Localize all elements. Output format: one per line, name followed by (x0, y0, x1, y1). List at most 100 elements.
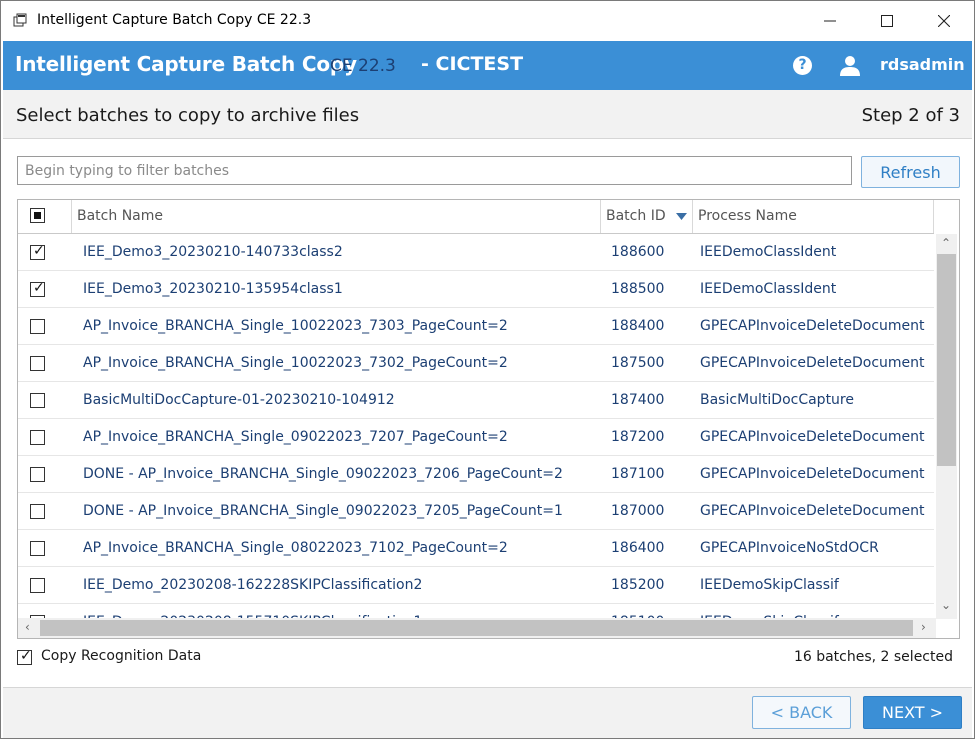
table-row[interactable]: ✓ IEE_Demo3_20230210-135954class1 188500 IE… (18, 271, 934, 308)
vertical-scrollbar[interactable]: ⌃ ⌄ (936, 234, 957, 619)
wizard-footer: < BACK NEXT > (3, 687, 972, 738)
column-header-process-name[interactable]: Process Name (693, 200, 934, 233)
next-button[interactable]: NEXT > (863, 696, 962, 729)
row-checkbox[interactable]: ✓ (30, 243, 45, 260)
batch-name-cell: AP_Invoice_BRANCHA_Single_09022023_7207_… (83, 429, 508, 445)
scroll-up-icon[interactable]: ⌃ (941, 236, 951, 250)
sort-descending-icon (676, 213, 687, 220)
filter-input[interactable] (18, 157, 851, 184)
row-checkbox[interactable] (30, 319, 45, 334)
indeterminate-icon (34, 212, 41, 219)
table-row[interactable]: AP_Invoice_BRANCHA_Single_09022023_7207_… (18, 419, 934, 456)
table-row[interactable]: AP_Invoice_BRANCHA_Single_08022023_7102_… (18, 530, 934, 567)
row-checkbox[interactable] (30, 467, 45, 482)
filter-field[interactable] (17, 156, 852, 185)
close-button[interactable] (915, 1, 973, 41)
checkmark-icon: ✓ (20, 648, 32, 664)
title-bar[interactable]: Intelligent Capture Batch Copy CE 22.3 (1, 1, 974, 41)
app-window: Intelligent Capture Batch Copy CE 22.3 I… (0, 0, 975, 739)
copy-recognition-label: Copy Recognition Data (41, 648, 202, 664)
selection-count: 16 batches, 2 selected (793, 649, 953, 665)
batch-id-cell: 188600 (611, 244, 665, 260)
maximize-icon (881, 15, 893, 27)
grid-header: Batch Name Batch ID Process Name (18, 200, 934, 234)
batch-id-cell: 187400 (611, 392, 665, 408)
process-name-cell: BasicMultiDocCapture (700, 392, 854, 408)
scroll-right-icon[interactable]: › (921, 620, 926, 634)
step-header: Select batches to copy to archive files … (3, 90, 972, 139)
row-checkbox[interactable] (30, 541, 45, 556)
column-header-process-name-label: Process Name (698, 208, 797, 224)
checkmark-icon: ✓ (33, 280, 45, 296)
table-row[interactable]: BasicMultiDocCapture-01-20230210-104912 1… (18, 382, 934, 419)
maximize-button[interactable] (858, 1, 916, 41)
process-name-cell: GPECAPInvoiceDeleteDocument (700, 318, 925, 334)
batch-name-cell: AP_Invoice_BRANCHA_Single_10022023_7302_… (83, 355, 508, 371)
batch-name-cell: AP_Invoice_BRANCHA_Single_08022023_7102_… (83, 540, 508, 556)
batch-id-cell: 187500 (611, 355, 665, 371)
batch-name-cell: IEE_Demo_20230208-162228SKIPClassificati… (83, 577, 423, 593)
user-icon[interactable] (839, 54, 861, 76)
table-row[interactable]: ✓ IEE_Demo3_20230210-140733class2 188600 IE… (18, 234, 934, 271)
horizontal-scroll-thumb[interactable] (40, 620, 913, 636)
row-checkbox[interactable]: ✓ (30, 280, 45, 297)
batch-name-cell: DONE - AP_Invoice_BRANCHA_Single_0902202… (83, 503, 563, 519)
select-all-cell (18, 200, 72, 233)
copy-recognition-checkbox[interactable]: ✓ (17, 648, 32, 665)
row-checkbox[interactable] (30, 393, 45, 408)
batch-name-cell: IEE_Demo3_20230210-140733class2 (83, 244, 343, 260)
table-row[interactable]: AP_Invoice_BRANCHA_Single_10022023_7302_… (18, 345, 934, 382)
batch-name-cell: DONE - AP_Invoice_BRANCHA_Single_0902202… (83, 466, 563, 482)
checkmark-icon: ✓ (33, 243, 45, 259)
batch-name-cell: BasicMultiDocCapture-01-20230210-104912 (83, 392, 395, 408)
process-name-cell: GPECAPInvoiceDeleteDocument (700, 429, 925, 445)
user-name[interactable]: rdsadmin (880, 55, 965, 74)
row-checkbox[interactable] (30, 430, 45, 445)
batch-name-cell: AP_Invoice_BRANCHA_Single_10022023_7303_… (83, 318, 508, 334)
column-header-batch-name-label: Batch Name (77, 208, 163, 224)
row-checkbox[interactable] (30, 578, 45, 593)
column-header-batch-name[interactable]: Batch Name (72, 200, 601, 233)
scroll-left-icon[interactable]: ‹ (25, 620, 30, 634)
app-icon (13, 13, 27, 27)
process-name-cell: GPECAPInvoiceNoStdOCR (700, 540, 879, 556)
batch-id-cell: 187200 (611, 429, 665, 445)
batch-id-cell: 185200 (611, 577, 665, 593)
process-name-cell: IEEDemoClassIdent (700, 244, 837, 260)
batch-id-cell: 187100 (611, 466, 665, 482)
window-title: Intelligent Capture Batch Copy CE 22.3 (37, 12, 312, 28)
row-checkbox[interactable] (30, 356, 45, 371)
batch-id-cell: 188500 (611, 281, 665, 297)
vertical-scroll-thumb[interactable] (937, 254, 956, 466)
column-header-batch-id[interactable]: Batch ID (601, 200, 693, 233)
server-label: - CICTEST (421, 53, 524, 75)
minimize-button[interactable] (801, 1, 859, 41)
batch-id-cell: 188400 (611, 318, 665, 334)
select-all-checkbox[interactable] (30, 208, 45, 223)
batch-grid: Batch Name Batch ID Process Name ✓ IEE_De… (17, 199, 960, 639)
column-header-batch-id-label: Batch ID (606, 208, 666, 224)
close-icon (938, 15, 950, 27)
process-name-cell: IEEDemoSkipClassif (700, 577, 839, 593)
step-indicator: Step 2 of 3 (861, 105, 960, 126)
back-button[interactable]: < BACK (752, 696, 851, 729)
horizontal-scrollbar[interactable]: ‹ › (18, 618, 936, 638)
batch-name-cell: IEE_Demo3_20230210-135954class1 (83, 281, 343, 297)
process-name-cell: IEEDemoClassIdent (700, 281, 837, 297)
row-checkbox[interactable] (30, 504, 45, 519)
refresh-button[interactable]: Refresh (861, 156, 960, 188)
page-title: Select batches to copy to archive files (16, 105, 360, 126)
batch-id-cell: 187000 (611, 503, 665, 519)
process-name-cell: GPECAPInvoiceDeleteDocument (700, 503, 925, 519)
process-name-cell: GPECAPInvoiceDeleteDocument (700, 466, 925, 482)
table-row[interactable]: DONE - AP_Invoice_BRANCHA_Single_0902202… (18, 493, 934, 530)
table-row[interactable]: AP_Invoice_BRANCHA_Single_10022023_7303_… (18, 308, 934, 345)
help-icon[interactable]: ? (793, 56, 812, 75)
app-banner: Intelligent Capture Batch Copy CE 22.3 -… (3, 41, 972, 90)
process-name-cell: GPECAPInvoiceDeleteDocument (700, 355, 925, 371)
version-label: CE 22.3 (330, 56, 396, 76)
table-row[interactable]: IEE_Demo_20230208-162228SKIPClassificati… (18, 567, 934, 604)
table-row[interactable]: DONE - AP_Invoice_BRANCHA_Single_0902202… (18, 456, 934, 493)
app-name: Intelligent Capture Batch Copy (15, 52, 357, 76)
scroll-down-icon[interactable]: ⌄ (941, 598, 951, 612)
